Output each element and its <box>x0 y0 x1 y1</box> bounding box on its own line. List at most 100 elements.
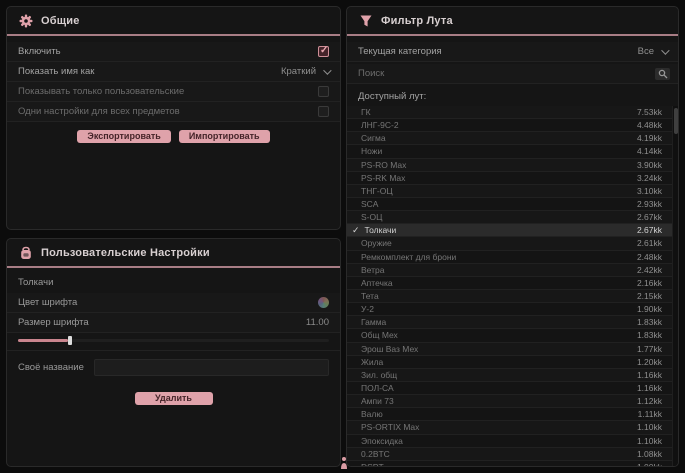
name-mode-select[interactable]: Краткий <box>281 66 329 77</box>
custom-settings-panel: Пользовательские Настройки Толкачи Цвет … <box>6 238 341 467</box>
loot-name: Общ Мех <box>361 330 398 340</box>
loot-filter-panel: Фильтр Лута Текущая категория Все <box>346 6 679 467</box>
slider-fill <box>18 339 68 342</box>
loot-name: 0.2BTC <box>361 449 390 459</box>
font-size-value: 11.00 <box>306 317 329 328</box>
loot-row[interactable]: ✓PS-ORTIX Max 1.10kk <box>347 421 672 434</box>
loot-name: Ампи 73 <box>361 396 394 406</box>
general-panel-header: Общие <box>7 7 340 36</box>
loot-row[interactable]: ✓Сигма 4.19kk <box>347 132 672 145</box>
loot-name: PS-RK Max <box>361 173 405 183</box>
window-grip-icon[interactable] <box>339 456 349 470</box>
loot-value: 3.10kk <box>637 186 662 196</box>
loot-row[interactable]: ✓Ремкомплект для брони 2.48kk <box>347 251 672 264</box>
loot-row[interactable]: ✓SCA 2.93kk <box>347 198 672 211</box>
loot-name: Зил. общ <box>361 370 397 380</box>
loot-row[interactable]: ✓Оружие 2.61kk <box>347 237 672 250</box>
row-name-mode: Показать имя как Краткий <box>7 62 340 82</box>
font-color-label: Цвет шрифта <box>18 297 77 308</box>
check-icon: ✓ <box>352 225 360 236</box>
loot-value: 3.24kk <box>637 173 662 183</box>
loot-value: 1.90kk <box>637 304 662 314</box>
export-button[interactable]: Экспортировать <box>77 130 170 143</box>
loot-row[interactable]: ✓Валю 1.11kk <box>347 408 672 421</box>
loot-value: 7.53kk <box>637 107 662 117</box>
backpack-icon <box>19 246 33 260</box>
loot-name: S-ОЦ <box>361 212 382 222</box>
loot-name: Валю <box>361 409 383 419</box>
same-settings-label: Одни настройки для всех предметов <box>18 106 180 117</box>
loot-row[interactable]: ✓Жила 1.20kk <box>347 356 672 369</box>
loot-row[interactable]: ✓Зил. общ 1.16kk <box>347 369 672 382</box>
loot-name: Гамма <box>361 317 386 327</box>
loot-name: DSPT <box>361 462 384 467</box>
loot-value: 4.14kk <box>637 146 662 156</box>
loot-name: ПОЛ-СА <box>361 383 394 393</box>
loot-name: Ремкомплект для брони <box>361 252 456 262</box>
loot-value: 1.83kk <box>637 330 662 340</box>
only-custom-checkbox[interactable] <box>318 86 329 97</box>
loot-name: Толкачи <box>365 225 397 235</box>
search-icon[interactable] <box>655 68 670 80</box>
loot-row[interactable]: ✓У-2 1.90kk <box>347 303 672 316</box>
loot-name: Эрош Ваз Мех <box>361 344 418 354</box>
loot-row[interactable]: ✓Эпоксидка 1.10kk <box>347 435 672 448</box>
font-size-slider[interactable] <box>7 333 340 351</box>
same-settings-checkbox[interactable] <box>318 106 329 117</box>
loot-name: PS-ORTIX Max <box>361 422 419 432</box>
import-button[interactable]: Импортировать <box>179 130 270 143</box>
right-column: Фильтр Лута Текущая категория Все <box>346 6 679 467</box>
loot-row[interactable]: ✓ Толкачи 2.67kk <box>347 224 672 237</box>
font-size-row: Размер шрифта 11.00 <box>7 313 340 333</box>
loot-row[interactable]: ✓Гамма 1.83kk <box>347 316 672 329</box>
category-select[interactable]: Все <box>638 46 667 57</box>
loot-row[interactable]: ✓PS-RK Max 3.24kk <box>347 172 672 185</box>
loot-value: 1.12kk <box>637 396 662 406</box>
filter-body: Текущая категория Все Доступн <box>347 36 678 467</box>
loot-row[interactable]: ✓Тета 2.15kk <box>347 290 672 303</box>
search-input[interactable] <box>358 68 649 79</box>
loot-value: 2.67kk <box>637 225 662 235</box>
custom-panel-title: Пользовательские Настройки <box>41 247 210 259</box>
loot-value: 1.16kk <box>637 383 662 393</box>
loot-value: 2.15kk <box>637 291 662 301</box>
enable-checkbox[interactable] <box>318 46 329 57</box>
loot-row[interactable]: ✓Эрош Ваз Мех 1.77kk <box>347 343 672 356</box>
loot-value: 2.93kk <box>637 199 662 209</box>
loot-row[interactable]: ✓ПОЛ-СА 1.16kk <box>347 382 672 395</box>
mod-config-window: Общие Включить Показать имя как Краткий … <box>0 0 685 473</box>
loot-row[interactable]: ✓Ампи 73 1.12kk <box>347 395 672 408</box>
loot-name: Жила <box>361 357 383 367</box>
loot-row[interactable]: ✓ТНГ-ОЦ 3.10kk <box>347 185 672 198</box>
row-only-custom: Показывать только пользовательские <box>7 82 340 102</box>
loot-value: 4.48kk <box>637 120 662 130</box>
loot-row[interactable]: ✓Ветра 2.42kk <box>347 264 672 277</box>
loot-row[interactable]: ✓Общ Мех 1.83kk <box>347 329 672 342</box>
color-picker-icon[interactable] <box>318 297 329 308</box>
loot-name: SCA <box>361 199 378 209</box>
custom-name-input[interactable] <box>94 359 329 376</box>
loot-value: 3.90kk <box>637 160 662 170</box>
loot-scrollbar[interactable] <box>672 106 678 467</box>
loot-row[interactable]: ✓S-ОЦ 2.67kk <box>347 211 672 224</box>
loot-value: 1.11kk <box>638 409 662 419</box>
export-import-row: Экспортировать Импортировать <box>7 130 340 143</box>
loot-row[interactable]: ✓DSPT 1.00kk <box>347 461 672 467</box>
loot-value: 1.16kk <box>637 370 662 380</box>
loot-row[interactable]: ✓Аптечка 2.16kk <box>347 277 672 290</box>
loot-row[interactable]: ✓PS-RO Max 3.90kk <box>347 159 672 172</box>
only-custom-label: Показывать только пользовательские <box>18 86 184 97</box>
delete-button[interactable]: Удалить <box>135 392 213 405</box>
loot-list: ✓ГК 7.53kk ✓ЛНГ-9С-2 4.48kk ✓Сигма 4.19k… <box>347 106 672 467</box>
slider-thumb[interactable] <box>68 336 72 345</box>
loot-row[interactable]: ✓0.2BTC 1.08kk <box>347 448 672 461</box>
slider-track[interactable] <box>18 339 329 342</box>
filter-panel-title: Фильтр Лута <box>381 15 453 27</box>
loot-value: 1.83kk <box>637 317 662 327</box>
custom-name-row: Своё название <box>7 351 340 384</box>
loot-row[interactable]: ✓ЛНГ-9С-2 4.48kk <box>347 119 672 132</box>
loot-row[interactable]: ✓ГК 7.53kk <box>347 106 672 119</box>
font-color-row[interactable]: Цвет шрифта <box>7 293 340 313</box>
scrollbar-thumb[interactable] <box>674 108 678 134</box>
loot-row[interactable]: ✓Ножи 4.14kk <box>347 145 672 158</box>
